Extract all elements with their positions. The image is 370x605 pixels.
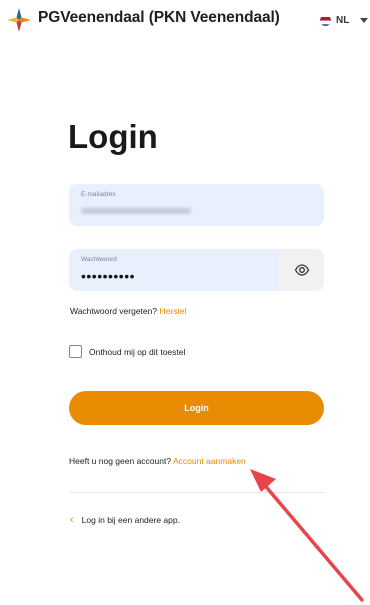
chevron-left-icon: ‹ — [70, 514, 74, 526]
other-app-link[interactable]: ‹ Log in bij een andere app. — [70, 514, 180, 526]
password-field[interactable]: Wachtwoord •••••••••• — [69, 249, 279, 291]
chevron-down-icon — [360, 17, 369, 23]
email-field[interactable]: E-mailadres — [69, 184, 324, 226]
password-label: Wachtwoord — [81, 256, 117, 263]
app-header: PGVeenendaal (PKN Veenendaal) NL — [0, 0, 370, 40]
reset-password-link[interactable]: Herstel — [159, 306, 186, 316]
forgot-password-text: Wachtwoord vergeten? — [70, 306, 158, 316]
language-selector[interactable]: NL — [320, 12, 369, 28]
forgot-password-row: Wachtwoord vergeten? Herstel — [70, 306, 186, 316]
show-password-button[interactable] — [279, 249, 324, 291]
eye-icon — [294, 264, 309, 276]
remember-me-checkbox[interactable] — [69, 345, 82, 358]
church-logo-icon — [7, 8, 31, 32]
remember-me-row[interactable]: Onthoud mij op dit toestel — [69, 345, 185, 358]
app-title: PGVeenendaal (PKN Veenendaal) — [38, 9, 280, 26]
email-label: E-mailadres — [81, 191, 116, 198]
create-account-link[interactable]: Account aanmaken — [173, 456, 246, 466]
annotation-arrow-icon — [250, 469, 364, 602]
signup-text: Heeft u nog geen account? — [69, 456, 172, 466]
signup-row: Heeft u nog geen account? Account aanmak… — [69, 456, 246, 466]
login-button[interactable]: Login — [69, 391, 324, 425]
remember-me-label[interactable]: Onthoud mij op dit toestel — [89, 347, 185, 357]
language-code: NL — [336, 14, 350, 26]
password-value: •••••••••• — [81, 268, 136, 284]
other-app-label[interactable]: Log in bij een andere app. — [82, 515, 180, 525]
page-title: Login — [68, 118, 158, 155]
email-value-blurred — [81, 208, 191, 214]
divider — [69, 492, 324, 493]
netherlands-flag-icon — [320, 15, 331, 26]
